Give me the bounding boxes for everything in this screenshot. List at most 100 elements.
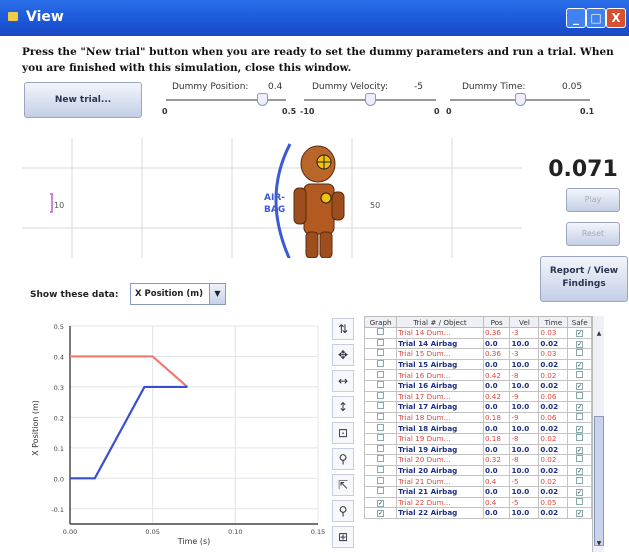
table-header-cell[interactable]: Safe (567, 316, 592, 328)
zoom-vertical-icon[interactable]: ↕ (332, 396, 354, 418)
zoom-fit-icon[interactable]: ⇅ (332, 318, 354, 340)
safe-cell[interactable]: ✓ (567, 358, 592, 371)
safe-cell[interactable] (567, 454, 592, 466)
zoom-out-icon[interactable]: ⚲ (332, 500, 354, 522)
table-row[interactable]: Trial 19 Airbag 0.0 10.0 0.02 ✓ (364, 443, 592, 456)
graph-cell[interactable] (364, 348, 398, 360)
table-row[interactable]: Trial 18 Dum... 0.18 -9 0.06 (364, 411, 592, 424)
scroll-up-icon[interactable]: ▲ (594, 330, 604, 342)
checkbox[interactable] (377, 423, 385, 431)
checkbox-checked[interactable]: ✓ (377, 510, 385, 518)
new-trial-button[interactable]: New trial... (24, 82, 142, 118)
table-header-cell[interactable]: Pos (482, 316, 511, 328)
table-header-cell[interactable]: Vel (509, 316, 540, 328)
table-row[interactable]: Trial 18 Airbag 0.0 10.0 0.02 ✓ (364, 422, 592, 434)
checkbox[interactable] (377, 349, 385, 357)
checkbox-checked[interactable]: ✓ (576, 468, 584, 475)
table-row[interactable]: Trial 16 Dum... 0.42 -8 0.02 (364, 369, 592, 381)
checkbox[interactable] (576, 349, 584, 357)
table-row[interactable]: ✓ Trial 22 Airbag 0.0 10.0 0.02 ✓ (364, 507, 592, 519)
safe-cell[interactable]: ✓ (567, 337, 592, 350)
safe-cell[interactable] (567, 475, 592, 487)
table-header-cell[interactable]: Time (538, 316, 569, 328)
table-row[interactable]: Trial 16 Airbag 0.0 10.0 0.02 ✓ (364, 379, 592, 392)
close-button[interactable]: X (606, 8, 626, 28)
table-row[interactable]: Trial 14 Dum... 0.36 -3 0.03 ✓ (364, 327, 592, 339)
checkbox-checked[interactable]: ✓ (576, 340, 584, 348)
table-row[interactable]: ✓ Trial 22 Dum... 0.4 -5 0.05 (364, 496, 592, 509)
safe-cell[interactable] (567, 496, 592, 509)
zoom-in-icon[interactable]: ⚲ (332, 448, 354, 470)
dummy-time-slider-thumb[interactable] (515, 93, 526, 106)
graph-cell[interactable] (364, 401, 398, 413)
checkbox-checked[interactable]: ✓ (576, 425, 584, 433)
checkbox-checked[interactable]: ✓ (377, 499, 385, 507)
graph-cell[interactable]: ✓ (364, 496, 398, 509)
checkbox[interactable] (576, 455, 584, 463)
safe-cell[interactable] (567, 432, 592, 445)
graph-cell[interactable] (364, 464, 398, 477)
table-row[interactable]: Trial 15 Dum... 0.36 -3 0.03 (364, 348, 592, 360)
checkbox[interactable] (576, 392, 584, 399)
table-row[interactable]: Trial 15 Airbag 0.0 10.0 0.02 ✓ (364, 358, 592, 371)
minimize-button[interactable]: _ (566, 8, 586, 28)
checkbox[interactable] (377, 381, 385, 389)
safe-cell[interactable]: ✓ (567, 485, 592, 498)
checkbox[interactable] (377, 487, 385, 495)
table-row[interactable]: Trial 20 Airbag 0.0 10.0 0.02 ✓ (364, 464, 592, 477)
safe-cell[interactable]: ✓ (567, 443, 592, 456)
checkbox[interactable] (377, 370, 385, 378)
checkbox-checked[interactable]: ✓ (576, 330, 584, 338)
maximize-button[interactable]: □ (586, 8, 606, 28)
checkbox[interactable] (377, 392, 385, 399)
checkbox[interactable] (576, 413, 584, 421)
zoom-horizontal-icon[interactable]: ↔ (332, 370, 354, 392)
safe-cell[interactable]: ✓ (567, 401, 592, 413)
checkbox[interactable] (576, 370, 584, 378)
grid-icon[interactable]: ⊞ (332, 526, 354, 548)
checkbox-checked[interactable]: ✓ (576, 383, 584, 391)
report-view-findings-button[interactable]: Report / View Findings (540, 256, 628, 302)
checkbox[interactable] (377, 413, 385, 421)
graph-cell[interactable] (364, 475, 398, 487)
safe-cell[interactable]: ✓ (567, 464, 592, 477)
graph-cell[interactable]: ✓ (364, 507, 398, 519)
safe-cell[interactable]: ✓ (567, 379, 592, 392)
safe-cell[interactable] (567, 390, 592, 403)
scrollbar-thumb[interactable] (594, 416, 604, 546)
checkbox[interactable] (377, 476, 385, 484)
checkbox[interactable] (377, 328, 385, 336)
table-row[interactable]: Trial 17 Airbag 0.0 10.0 0.02 ✓ (364, 401, 592, 413)
checkbox[interactable] (576, 434, 584, 442)
graph-cell[interactable] (364, 432, 398, 445)
checkbox-checked[interactable]: ✓ (576, 404, 584, 412)
data-selector-dropdown[interactable]: X Position (m) ▼ (130, 283, 226, 305)
dummy-position-slider-thumb[interactable] (257, 93, 268, 106)
graph-cell[interactable] (364, 422, 398, 434)
dummy-velocity-slider-thumb[interactable] (365, 93, 376, 106)
chevron-down-icon[interactable]: ▼ (209, 284, 225, 304)
reset-button[interactable]: Reset (566, 222, 620, 246)
table-row[interactable]: Trial 20 Dum... 0.32 -8 0.02 (364, 454, 592, 466)
checkbox[interactable] (377, 466, 385, 474)
zoom-extents-icon[interactable]: ⊡ (332, 422, 354, 444)
checkbox[interactable] (377, 360, 385, 368)
select-icon[interactable]: ⇱ (332, 474, 354, 496)
safe-cell[interactable] (567, 369, 592, 381)
checkbox[interactable] (377, 339, 385, 346)
checkbox[interactable] (576, 497, 584, 505)
graph-cell[interactable] (364, 369, 398, 381)
safe-cell[interactable] (567, 348, 592, 360)
safe-cell[interactable]: ✓ (567, 327, 592, 339)
table-row[interactable]: Trial 21 Airbag 0.0 10.0 0.02 ✓ (364, 485, 592, 498)
pan-icon[interactable]: ✥ (332, 344, 354, 366)
safe-cell[interactable]: ✓ (567, 422, 592, 434)
scroll-down-icon[interactable]: ▼ (594, 540, 604, 552)
graph-cell[interactable] (364, 443, 398, 456)
checkbox-checked[interactable]: ✓ (576, 510, 584, 518)
table-row[interactable]: Trial 19 Dum... 0.18 -8 0.02 (364, 432, 592, 445)
graph-cell[interactable] (364, 390, 398, 403)
graph-cell[interactable] (364, 411, 398, 424)
table-scrollbar[interactable]: ▲ ▼ (592, 316, 604, 552)
graph-cell[interactable] (364, 327, 398, 339)
